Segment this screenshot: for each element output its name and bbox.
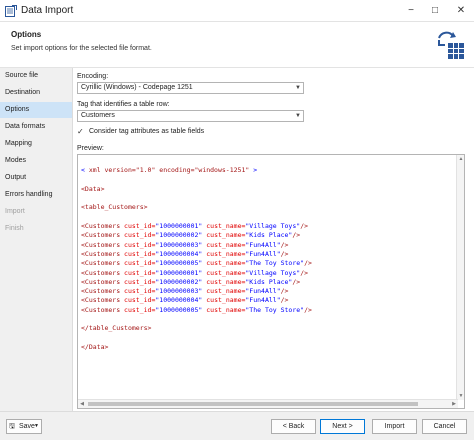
- vertical-scrollbar[interactable]: ▲ ▼: [456, 155, 464, 400]
- xml-row: <Customers cust_id="1000000001" cust_nam…: [81, 222, 309, 231]
- xml-row: <Customers cust_id="1000000003" cust_nam…: [81, 287, 289, 296]
- cancel-button[interactable]: Cancel: [422, 419, 467, 434]
- xml-code: < xml version="1.0" encoding="windows-12…: [81, 157, 312, 371]
- chevron-down-icon: ▼: [34, 423, 39, 429]
- scroll-left-icon[interactable]: ◀: [78, 400, 86, 408]
- page-description: Set import options for the selected file…: [11, 45, 152, 52]
- nav-item-output[interactable]: Output: [0, 170, 72, 186]
- table-import-icon: [438, 31, 464, 59]
- scroll-thumb[interactable]: [88, 402, 418, 406]
- xml-row: <Customers cust_id="1000000002" cust_nam…: [81, 231, 301, 240]
- scroll-down-icon[interactable]: ▼: [457, 392, 464, 400]
- xml-row: <Customers cust_id="1000000002" cust_nam…: [81, 277, 301, 286]
- xml-row: <Customers cust_id="1000000005" cust_nam…: [81, 305, 312, 314]
- horizontal-scrollbar[interactable]: ◀ ▶: [78, 399, 458, 408]
- save-button[interactable]: 🖫 Save ▼: [6, 419, 42, 434]
- import-button[interactable]: Import: [372, 419, 417, 434]
- preview-label: Preview:: [77, 145, 104, 152]
- consider-attributes-label: Consider tag attributes as table fields: [89, 128, 205, 135]
- xml-row: <Customers cust_id="1000000004" cust_nam…: [81, 296, 289, 305]
- scroll-up-icon[interactable]: ▲: [457, 155, 464, 163]
- nav-item-data-formats[interactable]: Data formats: [0, 119, 72, 135]
- next-button[interactable]: Next >: [320, 419, 365, 434]
- xml-row: <Customers cust_id="1000000005" cust_nam…: [81, 259, 312, 268]
- page-title: Options: [11, 30, 42, 39]
- nav-item-options[interactable]: Options: [0, 102, 72, 118]
- scroll-right-icon[interactable]: ▶: [450, 400, 458, 408]
- encoding-label: Encoding:: [77, 73, 109, 80]
- nav-item-finish: Finish: [5, 225, 24, 232]
- table-tag-select[interactable]: Customers ▼: [77, 110, 304, 122]
- xml-line: <table_Customers>: [81, 203, 148, 212]
- chevron-down-icon: ▼: [295, 85, 301, 91]
- close-button[interactable]: ✕: [450, 0, 472, 22]
- xml-line: </table_Customers>: [81, 324, 152, 333]
- nav-item-import: Import: [5, 208, 25, 215]
- wizard-steps: Source file Destination Options Data for…: [0, 68, 73, 411]
- xml-row: <Customers cust_id="1000000003" cust_nam…: [81, 240, 289, 249]
- title-bar: Data Import − □ ✕: [0, 0, 474, 22]
- xml-row: <Customers cust_id="1000000004" cust_nam…: [81, 249, 289, 258]
- chevron-down-icon: ▼: [295, 113, 301, 119]
- nav-item-mapping[interactable]: Mapping: [0, 136, 72, 152]
- encoding-select[interactable]: Cyrillic (Windows) - Codepage 1251 ▼: [77, 82, 304, 94]
- page-header: Options Set import options for the selec…: [0, 23, 474, 68]
- nav-item-errors-handling[interactable]: Errors handling: [0, 187, 72, 203]
- nav-item-destination[interactable]: Destination: [0, 85, 72, 101]
- table-tag-value: Customers: [81, 112, 115, 119]
- xml-preview[interactable]: < xml version="1.0" encoding="windows-12…: [77, 154, 465, 409]
- back-button[interactable]: < Back: [271, 419, 316, 434]
- data-import-icon: [5, 5, 17, 17]
- maximize-button[interactable]: □: [424, 0, 446, 22]
- encoding-value: Cyrillic (Windows) - Codepage 1251: [81, 84, 193, 91]
- xml-line: <Data>: [81, 184, 105, 193]
- save-label: Save: [19, 423, 35, 430]
- window-title: Data Import: [21, 5, 74, 16]
- nav-item-modes[interactable]: Modes: [0, 153, 72, 169]
- minimize-button[interactable]: −: [400, 0, 422, 22]
- options-panel: Encoding: Cyrillic (Windows) - Codepage …: [73, 68, 474, 411]
- wizard-footer: 🖫 Save ▼ < Back Next > Import Cancel: [0, 411, 474, 440]
- table-tag-label: Tag that identifies a table row:: [77, 101, 170, 108]
- floppy-disk-icon: 🖫: [9, 423, 15, 430]
- xml-row: <Customers cust_id="1000000001" cust_nam…: [81, 268, 309, 277]
- xml-declaration: < xml version="1.0" encoding="windows-12…: [81, 166, 258, 175]
- consider-attributes-checkbox[interactable]: ✓: [77, 127, 87, 137]
- xml-line: </Data>: [81, 342, 109, 351]
- nav-item-source-file[interactable]: Source file: [0, 68, 72, 84]
